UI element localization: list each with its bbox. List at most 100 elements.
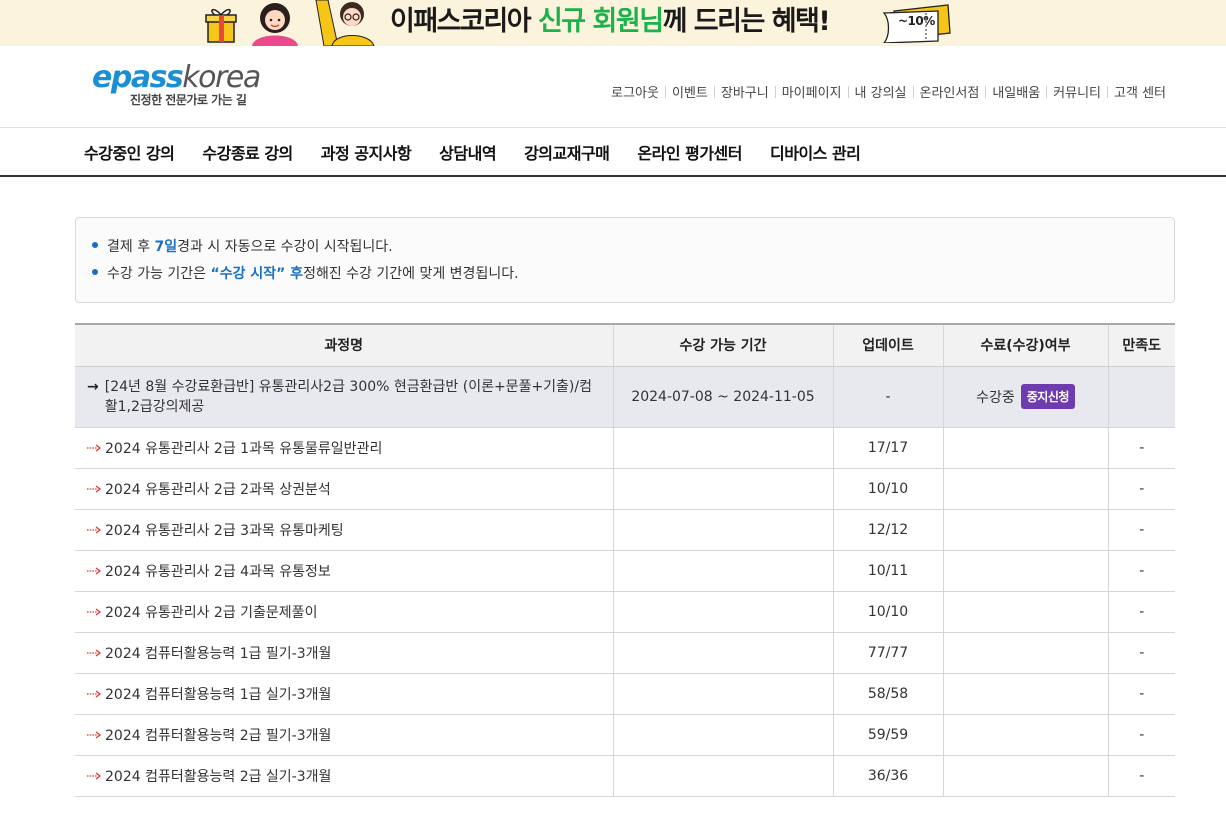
site-logo[interactable]: epasskorea 진정한 전문가로 가는 길 [92, 60, 261, 108]
sub-course-name-cell[interactable]: 2024 유통관리사 2급 4과목 유통정보 [75, 550, 614, 592]
header-update: 업데이트 [833, 323, 944, 367]
main-course-name[interactable]: [24년 8월 수강료환급반] 유통관리사2급 300% 현금환급반 (이론+문… [105, 377, 601, 417]
sub-course-period [613, 591, 834, 633]
sub-course-satisfaction: - [1108, 468, 1175, 510]
sub-course-name-cell[interactable]: 2024 컴퓨터활용능력 2급 실기-3개월 [75, 755, 614, 797]
util-link-event[interactable]: 이벤트 [672, 82, 708, 101]
notice-2-text-a: 수강 가능 기간은 [107, 266, 207, 282]
sub-course-name-cell[interactable]: 2024 유통관리사 2급 3과목 유통마케팅 [75, 509, 614, 551]
util-link-online-bookstore[interactable]: 온라인서점 [920, 82, 980, 101]
red-dotted-arrow-icon [87, 444, 101, 451]
sub-course-satisfaction: - [1108, 632, 1175, 674]
sub-course-satisfaction: - [1108, 714, 1175, 756]
table-header-row: 과정명 수강 가능 기간 업데이트 수료(수강)여부 만족도 [75, 323, 1175, 367]
sub-course-name[interactable]: 2024 유통관리사 2급 기출문제풀이 [105, 605, 317, 621]
util-link-cart[interactable]: 장바구니 [721, 82, 769, 101]
nav-tab-consultation-history[interactable]: 상담내역 [439, 140, 496, 164]
sub-course-update: 59/59 [833, 714, 944, 756]
util-link-community[interactable]: 커뮤니티 [1053, 82, 1101, 101]
sub-course-update: 12/12 [833, 509, 944, 551]
main-course-name-wrap: → [24년 8월 수강료환급반] 유통관리사2급 300% 현금환급반 (이론… [87, 377, 601, 417]
sub-course-name-cell[interactable]: 2024 컴퓨터활용능력 2급 필기-3개월 [75, 714, 614, 756]
coupon-text: ~10% [898, 14, 935, 28]
util-link-logout[interactable]: 로그아웃 [611, 82, 659, 101]
nav-tab-device-management[interactable]: 디바이스 관리 [770, 140, 861, 164]
sub-course-period [613, 468, 834, 510]
sub-course-status [943, 468, 1109, 510]
sub-course-status [943, 714, 1109, 756]
main-course-satisfaction [1108, 366, 1175, 428]
red-dotted-arrow-icon [87, 690, 101, 697]
sub-course-period [613, 673, 834, 715]
notice-line-1: 결제 후 7일 경과 시 자동으로 수강이 시작됩니다. [92, 236, 1174, 263]
stop-request-button[interactable]: 중지신청 [1020, 384, 1075, 409]
main-course-period: 2024-07-08 ~ 2024-11-05 [613, 366, 834, 428]
sub-course-name-cell[interactable]: 2024 유통관리사 2급 1과목 유통물류일반관리 [75, 427, 614, 469]
sub-course-update: 36/36 [833, 755, 944, 797]
sub-course-name[interactable]: 2024 유통관리사 2급 2과목 상권분석 [105, 482, 331, 498]
util-link-my-classroom[interactable]: 내 강의실 [855, 82, 907, 101]
nav-tab-in-progress-courses[interactable]: 수강중인 강의 [84, 140, 175, 164]
gift-box-icon [205, 8, 237, 43]
sub-course-name-cell[interactable]: 2024 컴퓨터활용능력 1급 필기-3개월 [75, 632, 614, 674]
sub-course-name[interactable]: 2024 유통관리사 2급 1과목 유통물류일반관리 [105, 441, 382, 457]
header-satisfaction: 만족도 [1108, 323, 1175, 367]
util-link-customer-center[interactable]: 고객 센터 [1114, 82, 1166, 101]
sub-course-status [943, 427, 1109, 469]
site-header: epasskorea 진정한 전문가로 가는 길 로그아웃 이벤트 장바구니 마… [0, 46, 1226, 128]
sub-course-satisfaction: - [1108, 591, 1175, 633]
sub-course-name[interactable]: 2024 유통관리사 2급 3과목 유통마케팅 [105, 523, 344, 539]
sub-course-update: 17/17 [833, 427, 944, 469]
header-completion-status: 수료(수강)여부 [943, 323, 1109, 367]
util-link-naeil-learning[interactable]: 내일배움 [992, 82, 1040, 101]
sub-course-name[interactable]: 2024 컴퓨터활용능력 1급 필기-3개월 [105, 646, 331, 662]
promo-title-highlight: 신규 회원님 [537, 6, 664, 37]
sub-course-name[interactable]: 2024 유통관리사 2급 4과목 유통정보 [105, 564, 331, 580]
sub-course-name-cell[interactable]: 2024 유통관리사 2급 2과목 상권분석 [75, 468, 614, 510]
sub-course-name-cell[interactable]: 2024 유통관리사 2급 기출문제풀이 [75, 591, 614, 633]
logo-korea: korea [182, 60, 261, 95]
red-dotted-arrow-icon [87, 608, 101, 615]
notice-box: 결제 후 7일 경과 시 자동으로 수강이 시작됩니다. 수강 가능 기간은 “… [75, 217, 1175, 303]
sub-course-name[interactable]: 2024 컴퓨터활용능력 1급 실기-3개월 [105, 687, 331, 703]
bullet-icon [92, 269, 98, 275]
logo-e: e [92, 60, 112, 95]
bullet-icon [92, 242, 98, 248]
sub-course-satisfaction: - [1108, 673, 1175, 715]
sub-course-period [613, 632, 834, 674]
sub-course-update: 58/58 [833, 673, 944, 715]
logo-pass: pass [110, 60, 184, 95]
red-dotted-arrow-icon [87, 485, 101, 492]
sub-course-name-cell[interactable]: 2024 컴퓨터활용능력 1급 실기-3개월 [75, 673, 614, 715]
header-period: 수강 가능 기간 [613, 323, 834, 367]
promo-title: 이패스코리아 신규 회원님께 드리는 혜택! [390, 5, 831, 39]
table-row: 2024 컴퓨터활용능력 2급 실기-3개월 36/36 - [75, 755, 1175, 797]
util-link-mypage[interactable]: 마이페이지 [782, 82, 842, 101]
sub-course-update: 10/11 [833, 550, 944, 592]
nav-tab-textbook-purchase[interactable]: 강의교재구매 [524, 140, 610, 164]
main-course-name-cell[interactable]: → [24년 8월 수강료환급반] 유통관리사2급 300% 현금환급반 (이론… [75, 366, 614, 428]
table-row: 2024 유통관리사 2급 1과목 유통물류일반관리 17/17 - [75, 427, 1175, 469]
notice-1-text-c: 경과 시 자동으로 수강이 시작됩니다. [177, 239, 393, 255]
header-course-name: 과정명 [75, 323, 614, 367]
sub-course-status [943, 591, 1109, 633]
red-dotted-arrow-icon [87, 772, 101, 779]
divider [774, 85, 776, 98]
nav-tab-online-evaluation[interactable]: 온라인 평가센터 [637, 140, 742, 164]
divider [912, 85, 914, 98]
nav-tab-course-notices[interactable]: 과정 공지사항 [321, 140, 412, 164]
promo-banner[interactable]: 이패스코리아 신규 회원님께 드리는 혜택! ~10% [0, 0, 1226, 46]
sub-course-period [613, 509, 834, 551]
table-row: 2024 컴퓨터활용능력 1급 필기-3개월 77/77 - [75, 632, 1175, 674]
red-dotted-arrow-icon [87, 526, 101, 533]
divider [985, 85, 987, 98]
sub-course-name[interactable]: 2024 컴퓨터활용능력 2급 필기-3개월 [105, 728, 331, 744]
nav-tab-ended-courses[interactable]: 수강종료 강의 [202, 140, 293, 164]
notice-1-highlight: 7일 [154, 239, 178, 255]
notice-2-text-c: 정해진 수강 기간에 맞게 변경됩니다. [303, 266, 519, 282]
divider [1046, 85, 1048, 98]
main-course-row: → [24년 8월 수강료환급반] 유통관리사2급 300% 현금환급반 (이론… [75, 366, 1175, 428]
sub-course-name[interactable]: 2024 컴퓨터활용능력 2급 실기-3개월 [105, 769, 331, 785]
red-dotted-arrow-icon [87, 567, 101, 574]
divider [847, 85, 849, 98]
